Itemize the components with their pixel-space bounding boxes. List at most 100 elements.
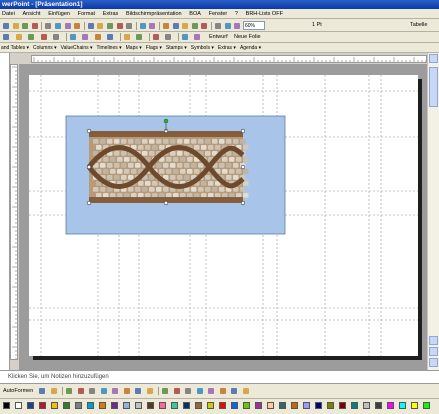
shadow-icon[interactable] bbox=[52, 33, 60, 41]
clipart-icon[interactable] bbox=[134, 387, 142, 395]
color-swatch[interactable] bbox=[75, 402, 82, 409]
rotation-handle[interactable] bbox=[163, 118, 169, 124]
color-swatch[interactable] bbox=[63, 402, 70, 409]
color-swatch[interactable] bbox=[123, 402, 130, 409]
color-swatch[interactable] bbox=[255, 402, 262, 409]
scroll-up-button[interactable] bbox=[429, 54, 438, 63]
wordart-icon[interactable] bbox=[111, 387, 119, 395]
insert-chart-icon[interactable] bbox=[181, 22, 189, 30]
copy-icon[interactable] bbox=[106, 22, 114, 30]
mosaic-border-picture[interactable] bbox=[87, 131, 249, 203]
color-swatch[interactable] bbox=[51, 402, 58, 409]
line-style-icon[interactable] bbox=[196, 387, 204, 395]
redo-icon[interactable] bbox=[148, 22, 156, 30]
rectangle-icon[interactable] bbox=[77, 387, 85, 395]
addin-menu-extras[interactable]: Extras ▾ bbox=[218, 45, 236, 51]
color-swatch[interactable] bbox=[231, 402, 238, 409]
menu-file[interactable]: Datei bbox=[0, 9, 18, 18]
new-icon[interactable] bbox=[2, 22, 10, 30]
oval-icon[interactable] bbox=[88, 387, 96, 395]
color-swatch[interactable] bbox=[303, 402, 310, 409]
color-swatch[interactable] bbox=[375, 402, 382, 409]
numbering-icon[interactable] bbox=[106, 33, 114, 41]
insert-picture-icon[interactable] bbox=[191, 22, 199, 30]
color-swatch[interactable] bbox=[39, 402, 46, 409]
spelling-icon[interactable] bbox=[73, 22, 81, 30]
menu-tools[interactable]: Extras bbox=[100, 9, 122, 18]
addin-menu-symbols[interactable]: Symbols ▾ bbox=[191, 45, 214, 51]
print-preview-icon[interactable] bbox=[64, 22, 72, 30]
permission-icon[interactable] bbox=[31, 22, 39, 30]
bold-icon[interactable] bbox=[15, 33, 23, 41]
menu-help[interactable]: ? bbox=[232, 9, 241, 18]
color-swatch[interactable] bbox=[171, 402, 178, 409]
color-swatch[interactable] bbox=[387, 402, 394, 409]
increase-font-icon[interactable] bbox=[135, 33, 143, 41]
color-swatch[interactable] bbox=[363, 402, 370, 409]
color-swatch[interactable] bbox=[27, 402, 34, 409]
color-swatch[interactable] bbox=[99, 402, 106, 409]
decrease-indent-icon[interactable] bbox=[164, 33, 172, 41]
research-icon[interactable] bbox=[87, 22, 95, 30]
fill-color-icon[interactable] bbox=[161, 387, 169, 395]
open-icon[interactable] bbox=[12, 22, 20, 30]
vertical-ruler[interactable] bbox=[10, 64, 18, 360]
color-swatch[interactable] bbox=[315, 402, 322, 409]
color-swatch[interactable] bbox=[423, 402, 430, 409]
horizontal-ruler[interactable] bbox=[31, 55, 427, 63]
dash-style-icon[interactable] bbox=[207, 387, 215, 395]
bullets-icon[interactable] bbox=[123, 33, 131, 41]
vertical-scrollbar[interactable] bbox=[427, 53, 439, 370]
menu-boa[interactable]: BOA bbox=[186, 9, 204, 18]
line-icon[interactable] bbox=[50, 387, 58, 395]
save-icon[interactable] bbox=[21, 22, 29, 30]
color-swatch[interactable] bbox=[135, 402, 142, 409]
align-center-icon[interactable] bbox=[81, 33, 89, 41]
arrow-style-icon[interactable] bbox=[219, 387, 227, 395]
color-swatch[interactable] bbox=[291, 402, 298, 409]
menu-window[interactable]: Fenster bbox=[206, 9, 231, 18]
select-arrow-icon[interactable] bbox=[38, 387, 46, 395]
menu-brh-lists[interactable]: BRH-Lists OFF bbox=[243, 9, 286, 18]
color-swatch[interactable] bbox=[267, 402, 274, 409]
addin-menu-columns[interactable]: Columns ▾ bbox=[33, 45, 57, 51]
addin-menu-timelines[interactable]: Timelines ▾ bbox=[97, 45, 122, 51]
scroll-down-button[interactable] bbox=[429, 336, 438, 345]
color-swatch[interactable] bbox=[399, 402, 406, 409]
picture-icon[interactable] bbox=[146, 387, 154, 395]
menu-insert[interactable]: Einfügen bbox=[45, 9, 73, 18]
color-swatch[interactable] bbox=[327, 402, 334, 409]
decrease-font-icon[interactable] bbox=[152, 33, 160, 41]
align-left-icon[interactable] bbox=[69, 33, 77, 41]
color-swatch[interactable] bbox=[243, 402, 250, 409]
color-swatch[interactable] bbox=[87, 402, 94, 409]
format-painter-icon[interactable] bbox=[125, 22, 133, 30]
addin-menu-valuechains[interactable]: ValueChains ▾ bbox=[61, 45, 93, 51]
scroll-thumb[interactable] bbox=[429, 67, 438, 107]
line-weight-value[interactable]: 1 Pt bbox=[312, 20, 322, 30]
slide-canvas[interactable] bbox=[29, 75, 418, 356]
textbox-icon[interactable] bbox=[100, 387, 108, 395]
addin-menu-and-tables[interactable]: and Tables ▾ bbox=[1, 45, 29, 51]
font-color-icon[interactable] bbox=[184, 387, 192, 395]
slide-workspace[interactable] bbox=[19, 64, 427, 370]
color-swatch[interactable] bbox=[3, 402, 10, 409]
color-swatch[interactable] bbox=[411, 402, 418, 409]
menu-format[interactable]: Format bbox=[75, 9, 98, 18]
email-icon[interactable] bbox=[44, 22, 52, 30]
shadow-style-icon[interactable] bbox=[230, 387, 238, 395]
color-swatch[interactable] bbox=[159, 402, 166, 409]
addin-menu-maps[interactable]: Maps ▾ bbox=[126, 45, 142, 51]
addin-menu-agenda[interactable]: Agenda ▾ bbox=[240, 45, 261, 51]
addin-menu-flags[interactable]: Flags ▾ bbox=[146, 45, 162, 51]
color-swatch[interactable] bbox=[183, 402, 190, 409]
addin-menu-stamps[interactable]: Stamps ▾ bbox=[166, 45, 187, 51]
line-color-icon[interactable] bbox=[173, 387, 181, 395]
color-grayscale-icon[interactable] bbox=[224, 22, 232, 30]
expand-icon[interactable] bbox=[214, 22, 222, 30]
design-button[interactable]: Entwurf bbox=[209, 32, 228, 42]
3d-style-icon[interactable] bbox=[242, 387, 250, 395]
previous-slide-button[interactable] bbox=[429, 347, 438, 356]
diagram-icon[interactable] bbox=[123, 387, 131, 395]
color-swatch[interactable] bbox=[111, 402, 118, 409]
